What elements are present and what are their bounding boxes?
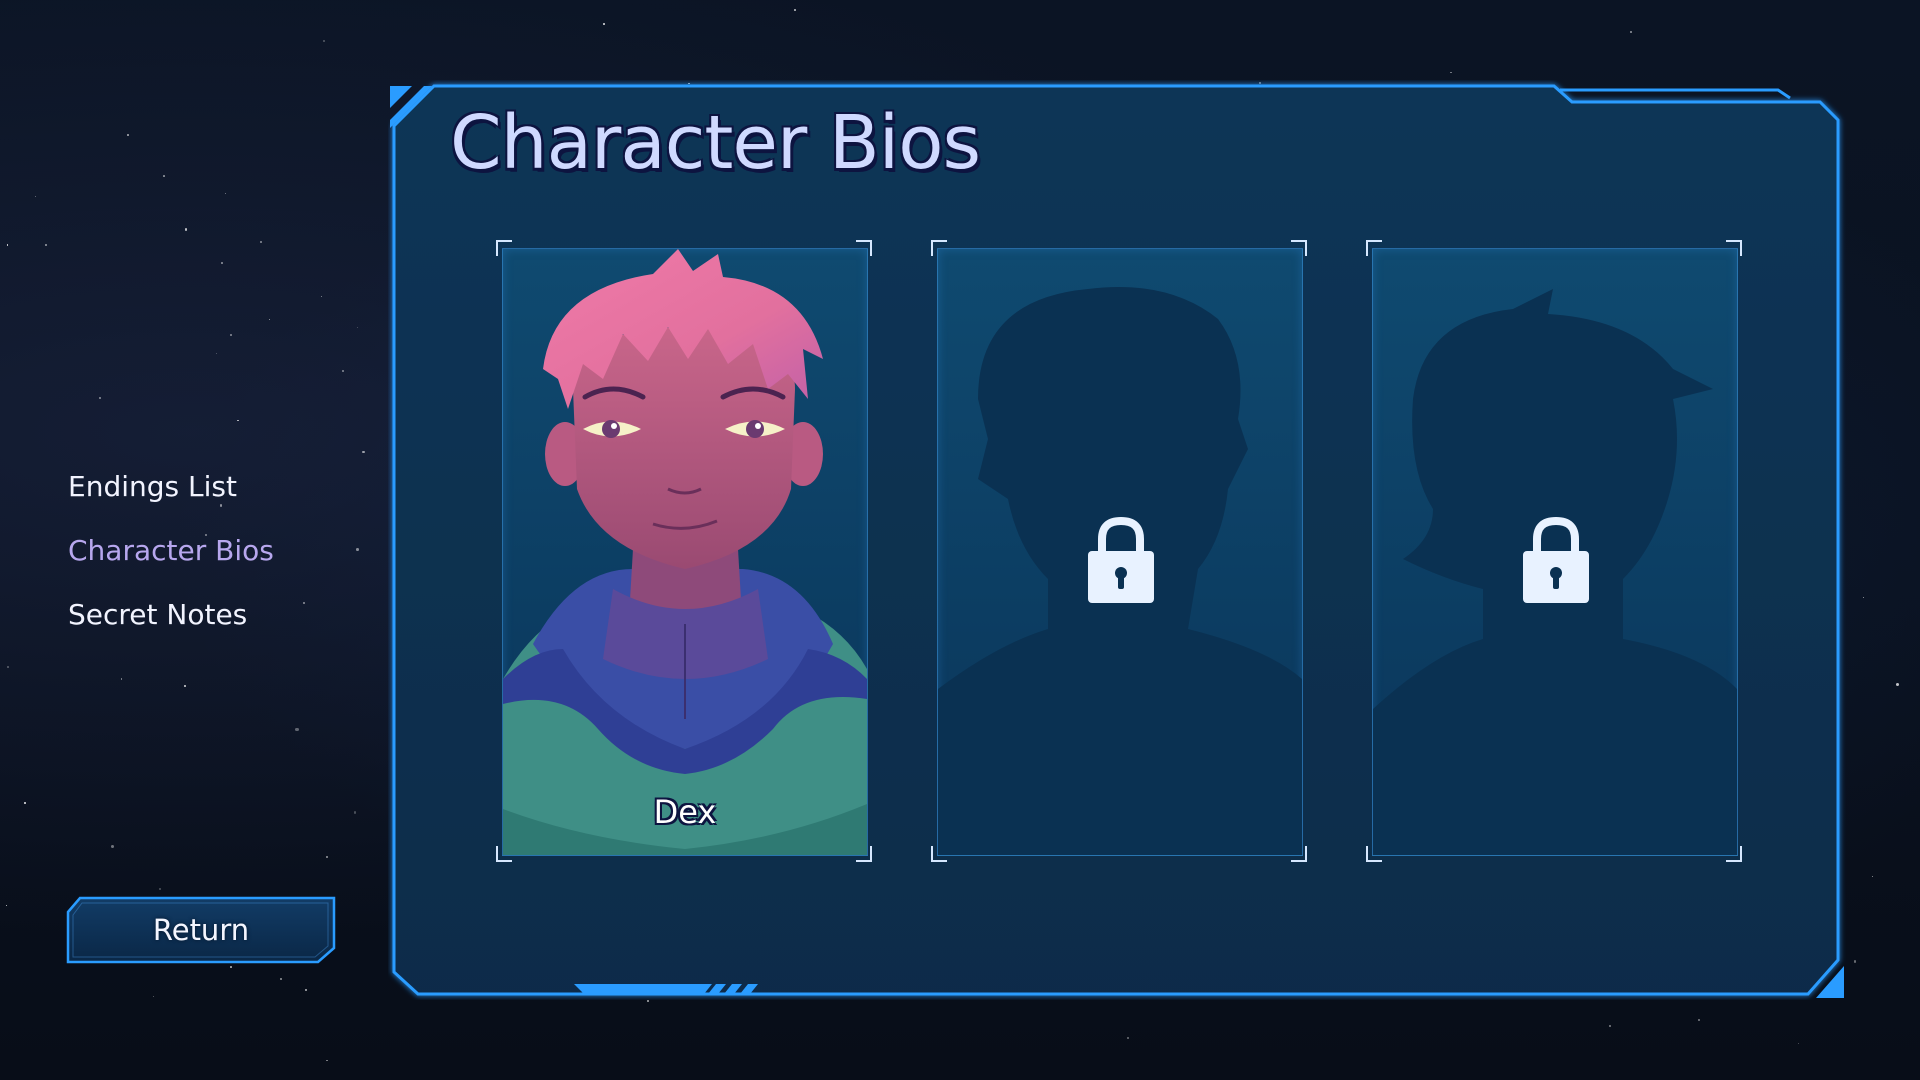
- star: [1853, 960, 1857, 963]
- star: [158, 887, 162, 891]
- star: [6, 244, 9, 247]
- menu-item-endings-list[interactable]: Endings List: [68, 455, 274, 519]
- star: [1126, 1037, 1129, 1040]
- star: [260, 240, 263, 243]
- star: [603, 23, 605, 25]
- side-menu: Endings List Character Bios Secret Notes: [68, 455, 274, 647]
- star: [1698, 1019, 1701, 1022]
- star: [353, 811, 357, 814]
- star: [1862, 596, 1864, 598]
- star: [323, 40, 326, 43]
- star: [162, 175, 165, 178]
- card-portrait-area: [1372, 248, 1738, 856]
- star: [320, 296, 322, 298]
- star: [237, 419, 240, 422]
- star: [1798, 1042, 1800, 1044]
- star: [356, 326, 358, 328]
- star: [230, 966, 232, 969]
- star: [110, 844, 114, 848]
- star: [1871, 875, 1874, 878]
- star: [326, 1059, 328, 1061]
- star: [1895, 682, 1900, 687]
- star: [44, 243, 48, 247]
- lock-icon: [1523, 516, 1589, 603]
- star: [24, 802, 26, 804]
- character-card-locked-1[interactable]: [931, 240, 1307, 862]
- star: [5, 904, 7, 906]
- card-portrait-area: Dex: [502, 248, 868, 856]
- star: [34, 196, 36, 198]
- star: [152, 995, 155, 998]
- star: [99, 396, 102, 399]
- menu-item-secret-notes[interactable]: Secret Notes: [68, 583, 274, 647]
- page-title: Character Bios: [450, 100, 981, 186]
- star: [225, 192, 227, 194]
- star: [362, 450, 365, 454]
- star: [120, 677, 123, 680]
- star: [325, 855, 328, 858]
- return-button[interactable]: Return: [66, 896, 336, 964]
- lock-icon: [1088, 516, 1154, 603]
- star: [356, 548, 360, 551]
- star: [268, 319, 270, 321]
- star: [794, 9, 796, 11]
- star: [185, 228, 188, 231]
- star: [229, 333, 232, 336]
- character-name-label: Dex: [653, 793, 717, 831]
- star: [1609, 1025, 1612, 1028]
- star: [280, 978, 283, 981]
- character-bios-panel: Character Bios Dex: [388, 80, 1848, 1000]
- star: [341, 369, 344, 373]
- dex-portrait: [503, 249, 867, 855]
- return-button-label: Return: [152, 913, 250, 947]
- star: [302, 602, 305, 605]
- card-portrait-area: [937, 248, 1303, 856]
- star: [1629, 31, 1632, 34]
- star: [1449, 71, 1452, 74]
- star: [7, 666, 9, 668]
- star: [305, 989, 307, 991]
- star: [127, 134, 129, 137]
- character-card-dex[interactable]: Dex: [496, 240, 872, 862]
- character-card-locked-2[interactable]: [1366, 240, 1742, 862]
- star: [183, 684, 187, 688]
- star: [646, 1000, 649, 1003]
- star: [215, 352, 218, 355]
- menu-item-character-bios[interactable]: Character Bios: [68, 519, 274, 583]
- star: [221, 262, 223, 265]
- star: [295, 727, 299, 732]
